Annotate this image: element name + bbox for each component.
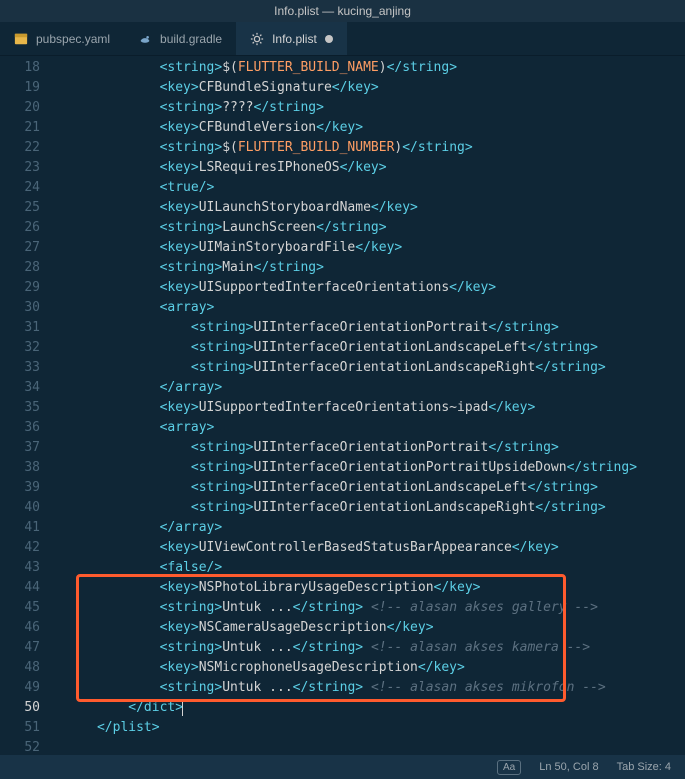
gradle-icon xyxy=(138,32,152,46)
code-line[interactable]: <key>NSCameraUsageDescription</key> xyxy=(50,618,685,638)
code-line[interactable]: <string>UIInterfaceOrientationLandscapeL… xyxy=(50,338,685,358)
tab-info-plist[interactable]: Info.plist xyxy=(236,22,347,55)
code-line[interactable]: <string>Untuk ...</string> <!-- alasan a… xyxy=(50,638,685,658)
code-line[interactable]: <key>CFBundleVersion</key> xyxy=(50,118,685,138)
code-line[interactable] xyxy=(50,738,685,758)
tab-label: pubspec.yaml xyxy=(36,32,110,46)
code-line[interactable]: <string>Main</string> xyxy=(50,258,685,278)
code-line[interactable]: <string>$(FLUTTER_BUILD_NUMBER)</string> xyxy=(50,138,685,158)
code-line[interactable]: <key>NSPhotoLibraryUsageDescription</key… xyxy=(50,578,685,598)
code-line[interactable]: <key>UIMainStoryboardFile</key> xyxy=(50,238,685,258)
code-line[interactable]: <string>UIInterfaceOrientationPortrait</… xyxy=(50,318,685,338)
code-line[interactable]: <string>UIInterfaceOrientationPortraitUp… xyxy=(50,458,685,478)
tab-size[interactable]: Tab Size: 4 xyxy=(617,761,671,773)
code-editor[interactable]: 1819202122232425262728293031323334353637… xyxy=(0,56,685,755)
gear-icon xyxy=(250,32,264,46)
code-line[interactable]: <key>UISupportedInterfaceOrientations~ip… xyxy=(50,398,685,418)
code-line[interactable]: <string>UIInterfaceOrientationLandscapeL… xyxy=(50,478,685,498)
code-line[interactable]: </plist> xyxy=(50,718,685,738)
dirty-indicator-icon xyxy=(325,35,333,43)
code-line[interactable]: <true/> xyxy=(50,178,685,198)
code-line[interactable]: <string>$(FLUTTER_BUILD_NAME)</string> xyxy=(50,58,685,78)
code-line[interactable]: <string>????</string> xyxy=(50,98,685,118)
text-cursor xyxy=(182,700,183,716)
status-bar: Aa Ln 50, Col 8 Tab Size: 4 xyxy=(0,755,685,779)
code-line[interactable]: <key>UILaunchStoryboardName</key> xyxy=(50,198,685,218)
code-line[interactable]: <string>UIInterfaceOrientationLandscapeR… xyxy=(50,498,685,518)
code-line[interactable]: <string>Untuk ...</string> <!-- alasan a… xyxy=(50,598,685,618)
code-line[interactable]: <false/> xyxy=(50,558,685,578)
code-line[interactable]: <string>UIInterfaceOrientationLandscapeR… xyxy=(50,358,685,378)
window-title: Info.plist — kucing_anjing xyxy=(0,0,685,22)
line-gutter: 1819202122232425262728293031323334353637… xyxy=(0,56,50,755)
code-line[interactable]: </array> xyxy=(50,518,685,538)
code-line[interactable]: </array> xyxy=(50,378,685,398)
code-line[interactable]: <string>LaunchScreen</string> xyxy=(50,218,685,238)
code-line[interactable]: <key>UISupportedInterfaceOrientations</k… xyxy=(50,278,685,298)
cursor-position[interactable]: Ln 50, Col 8 xyxy=(539,761,598,773)
tab-pubspec-yaml[interactable]: pubspec.yaml xyxy=(0,22,124,55)
code-area[interactable]: <string>$(FLUTTER_BUILD_NAME)</string> <… xyxy=(50,56,685,755)
code-line[interactable]: <string>UIInterfaceOrientationPortrait</… xyxy=(50,438,685,458)
tab-build-gradle[interactable]: build.gradle xyxy=(124,22,236,55)
code-line[interactable]: <key>CFBundleSignature</key> xyxy=(50,78,685,98)
yaml-icon xyxy=(14,32,28,46)
code-line[interactable]: <key>LSRequiresIPhoneOS</key> xyxy=(50,158,685,178)
code-line[interactable]: <key>UIViewControllerBasedStatusBarAppea… xyxy=(50,538,685,558)
code-line[interactable]: <string>Untuk ...</string> <!-- alasan a… xyxy=(50,678,685,698)
code-line[interactable]: <array> xyxy=(50,298,685,318)
tab-label: Info.plist xyxy=(272,32,317,46)
tab-bar: pubspec.yaml build.gradle Info.plist xyxy=(0,22,685,56)
code-line[interactable]: <array> xyxy=(50,418,685,438)
tab-label: build.gradle xyxy=(160,32,222,46)
code-line[interactable]: <key>NSMicrophoneUsageDescription</key> xyxy=(50,658,685,678)
code-line[interactable]: </dict> xyxy=(50,698,685,718)
case-sensitive-toggle[interactable]: Aa xyxy=(497,760,521,775)
